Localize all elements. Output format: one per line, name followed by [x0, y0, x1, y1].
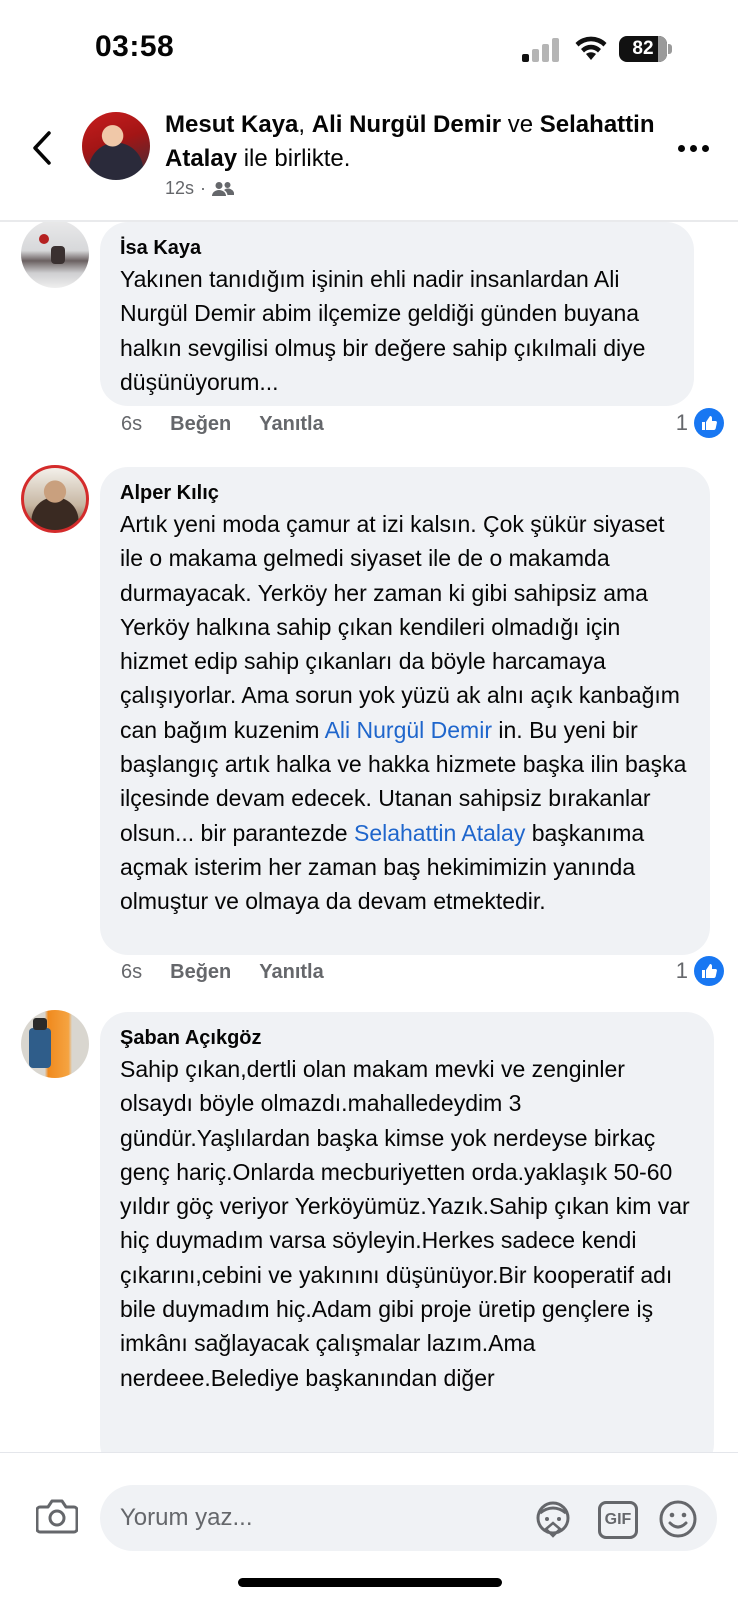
commenter-avatar[interactable] — [21, 222, 89, 288]
commenter-name[interactable]: Alper Kılıç — [120, 479, 690, 507]
gif-label: GIF — [604, 1511, 632, 1528]
battery-level: 82 — [632, 38, 654, 59]
dot-icon — [690, 144, 697, 152]
reaction-count[interactable]: 1 — [676, 408, 724, 438]
like-button[interactable]: Beğen — [170, 413, 231, 436]
dot-icon — [702, 144, 709, 152]
home-indicator[interactable] — [238, 1578, 502, 1587]
commenter-name[interactable]: İsa Kaya — [120, 234, 674, 262]
post-author-avatar[interactable] — [82, 112, 150, 180]
post-header: Mesut Kaya, Ali Nurgül Demir ve Selahatt… — [0, 100, 738, 222]
emoji-icon[interactable] — [658, 1499, 698, 1539]
battery-icon: 82 — [619, 36, 667, 62]
with-suffix: ile birlikte. — [237, 145, 351, 172]
post-meta: 12s · — [165, 178, 235, 199]
comment-time: 6s — [121, 961, 143, 983]
mention-link[interactable]: Selahattin Atalay — [354, 820, 525, 846]
back-button[interactable] — [24, 128, 60, 168]
commenter-avatar[interactable] — [21, 1010, 89, 1078]
friends-icon — [212, 181, 235, 196]
reaction-count[interactable]: 1 — [676, 956, 724, 986]
commenter-name[interactable]: Şaban Açıkgöz — [120, 1024, 694, 1052]
comment-text: Yakınen tanıdığım işinin ehli nadir insa… — [120, 266, 646, 395]
cellular-signal-icon — [522, 38, 559, 62]
reply-button[interactable]: Yanıtla — [259, 961, 323, 984]
comment-time: 6s — [121, 413, 143, 435]
chevron-left-icon — [33, 131, 51, 165]
wifi-icon — [575, 36, 607, 60]
avatar-sticker-icon[interactable] — [532, 1499, 574, 1539]
author-link[interactable]: Mesut Kaya — [165, 111, 298, 138]
battery-cap — [668, 44, 672, 54]
comment-bubble: İsa Kaya Yakınen tanıdığım işinin ehli n… — [100, 222, 694, 406]
like-icon — [694, 408, 724, 438]
comment-actions: 6s Beğen Yanıtla — [121, 961, 324, 984]
comment-actions: 6s Beğen Yanıtla — [121, 413, 324, 436]
comment-text-part: Artık yeni moda çamur at izi kalsın. Çok… — [120, 511, 680, 743]
author-link[interactable]: Ali Nurgül Demir — [312, 111, 501, 138]
separator: , — [298, 111, 312, 138]
comments-list: İsa Kaya Yakınen tanıdığım işinin ehli n… — [0, 222, 738, 1452]
like-icon — [694, 956, 724, 986]
reaction-number: 1 — [675, 410, 688, 435]
comment-text: Sahip çıkan,dertli olan makam mevki ve z… — [120, 1056, 690, 1391]
reaction-number: 1 — [675, 958, 688, 983]
status-time: 03:58 — [95, 30, 175, 63]
separator: ve — [501, 111, 540, 138]
comment-bubble: Alper Kılıç Artık yeni moda çamur at izi… — [100, 467, 710, 955]
commenter-avatar[interactable] — [21, 465, 89, 533]
dot-icon — [678, 144, 685, 152]
like-button[interactable]: Beğen — [170, 961, 231, 984]
status-bar: 03:58 82 — [0, 0, 738, 100]
reply-button[interactable]: Yanıtla — [259, 413, 323, 436]
post-authors: Mesut Kaya, Ali Nurgül Demir ve Selahatt… — [165, 108, 665, 176]
comment-bubble: Şaban Açıkgöz Sahip çıkan,dertli olan ma… — [100, 1012, 714, 1452]
gif-button[interactable]: GIF — [598, 1501, 638, 1539]
post-time: 12s — [165, 178, 195, 198]
more-options-button[interactable] — [678, 140, 714, 156]
comment-text: Artık yeni moda çamur at izi kalsın. Çok… — [120, 507, 690, 919]
camera-icon[interactable] — [36, 1497, 78, 1535]
mention-link[interactable]: Ali Nurgül Demir — [325, 717, 492, 743]
meta-dot: · — [200, 178, 207, 198]
